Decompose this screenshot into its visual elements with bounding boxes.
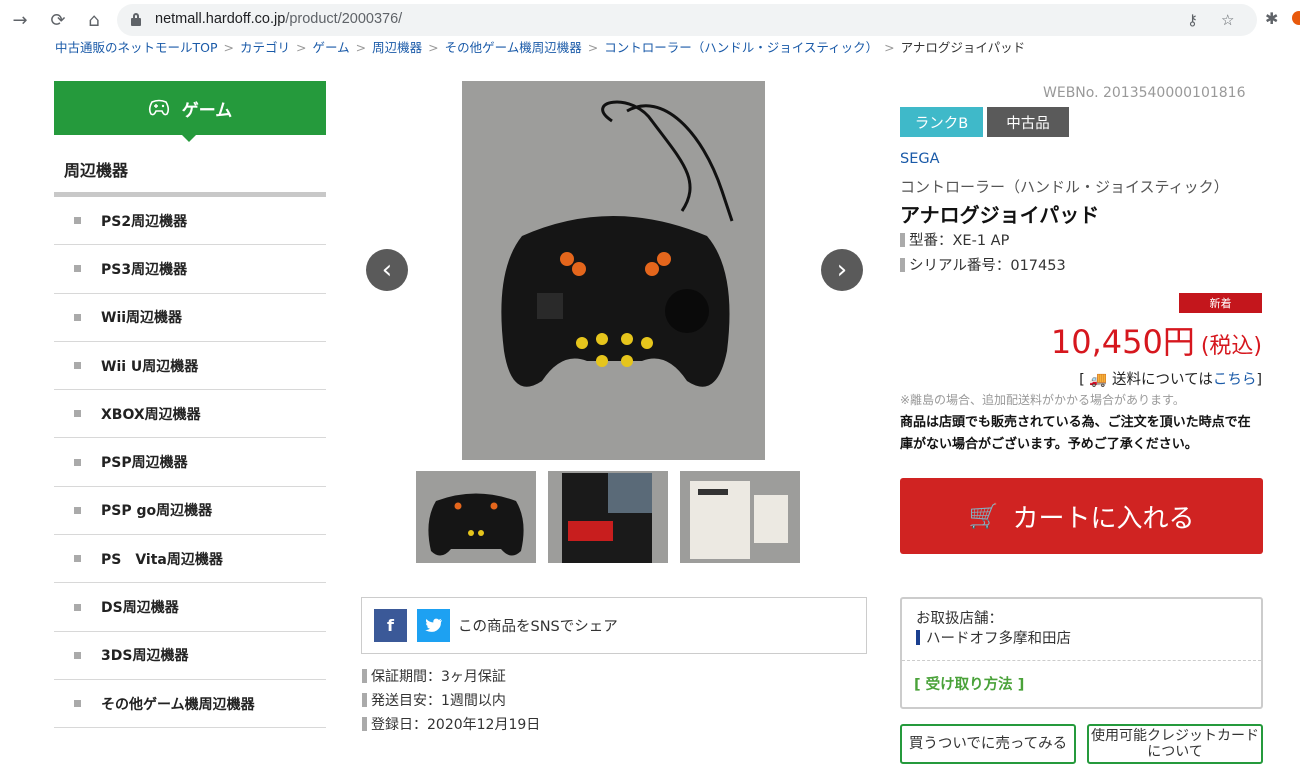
category-header[interactable]: ゲーム xyxy=(54,81,326,142)
browser-toolbar: → ⟳ ⌂ netmall.hardoff.co.jp/product/2000… xyxy=(0,0,1300,40)
sidebar-item-label: Wii周辺機器 xyxy=(101,310,183,327)
sidebar-item[interactable]: PS3周辺機器 xyxy=(54,245,326,294)
gamepad-icon xyxy=(148,99,170,117)
shipping-link[interactable]: こちら xyxy=(1213,372,1257,388)
island-note: ※離島の場合、追加配送料がかかる場合があります。 xyxy=(900,393,1185,407)
sidebar-item-label: PSP周辺機器 xyxy=(101,455,188,472)
thumbnail[interactable] xyxy=(680,471,800,563)
sidebar-item-label: その他ゲーム機周辺機器 xyxy=(101,696,255,713)
warranty-info: 保証期間：3ヶ月保証 xyxy=(362,665,540,689)
maker-link[interactable]: SEGA xyxy=(900,151,940,167)
share-box: f この商品をSNSでシェア xyxy=(361,597,867,654)
cart-label: カートに入れる xyxy=(1012,503,1195,534)
product-title: アナログジョイパッド xyxy=(900,203,1100,227)
sidebar-item-label: Wii U周辺機器 xyxy=(101,358,199,375)
shipping-info: [ 🚚 送料についてはこちら] xyxy=(1079,372,1262,388)
sidebar-item[interactable]: PS Vita周辺機器 xyxy=(54,535,326,584)
store-name[interactable]: ハードオフ多摩和田店 xyxy=(916,627,1071,648)
add-to-cart-button[interactable]: 🛒 カートに入れる xyxy=(900,478,1263,554)
url-domain: netmall.hardoff.co.jp xyxy=(155,11,286,27)
sidebar-item-label: DS周辺機器 xyxy=(101,600,179,617)
product-category: コントローラー（ハンドル・ジョイスティック） xyxy=(900,178,1229,196)
new-badge: 新着 xyxy=(1179,293,1262,313)
condition-badge: 中古品 xyxy=(987,107,1069,137)
cart-icon: 🛒 xyxy=(968,502,999,530)
chevron-right-icon[interactable]: › xyxy=(821,249,863,291)
truck-icon: 🚚 xyxy=(1089,372,1108,388)
twitter-icon[interactable] xyxy=(417,609,450,642)
sidebar-item-label: PS3周辺機器 xyxy=(101,261,188,278)
web-number: WEBNo. 2013540000101816 xyxy=(1043,85,1246,101)
home-icon[interactable]: ⌂ xyxy=(82,8,106,32)
sidebar-subheading: 周辺機器 xyxy=(64,161,129,180)
serial-number: シリアル番号：017453 xyxy=(900,254,1066,279)
store-box: お取扱店舗： ハードオフ多摩和田店 [ 受け取り方法 ] xyxy=(900,597,1263,709)
spec-text: 型番：XE-1 AP xyxy=(909,233,1010,249)
sidebar-item-label: PS2周辺機器 xyxy=(101,213,188,230)
sidebar-item-label: 3DS周辺機器 xyxy=(101,648,189,665)
star-icon[interactable]: ☆ xyxy=(1221,11,1234,29)
info-text: 保証期間：3ヶ月保証 xyxy=(371,669,506,685)
product-spec: 型番：XE-1 AP シリアル番号：017453 xyxy=(900,229,1066,279)
price-value: 10,450円 xyxy=(1050,323,1195,361)
sell-while-buying-button[interactable]: 買うついでに売ってみる xyxy=(900,724,1076,764)
back-arrow-icon[interactable]: → xyxy=(8,8,32,32)
price: 10,450円 (税込) xyxy=(1051,317,1262,363)
sidebar-item[interactable]: DS周辺機器 xyxy=(54,583,326,632)
profile-avatar[interactable] xyxy=(1292,11,1300,25)
url-path: /product/2000376/ xyxy=(285,11,403,27)
store-label: お取扱店舗： xyxy=(916,611,1003,627)
chevron-left-icon[interactable]: ‹ xyxy=(366,249,408,291)
product-main-image[interactable] xyxy=(462,81,765,460)
thumbnail[interactable] xyxy=(416,471,536,563)
extension-icon[interactable]: ✱ xyxy=(1265,9,1278,28)
sidebar-item-label: PSP go周辺機器 xyxy=(101,503,213,520)
sidebar-item-label: XBOX周辺機器 xyxy=(101,406,201,423)
pickup-method-link[interactable]: [ 受け取り方法 ] xyxy=(914,673,1024,694)
store-name-text: ハードオフ多摩和田店 xyxy=(926,631,1071,647)
key-icon[interactable]: ⚷ xyxy=(1187,11,1198,29)
sidebar-item[interactable]: PSP周辺機器 xyxy=(54,438,326,487)
sidebar-item-label: PS Vita周辺機器 xyxy=(101,551,223,568)
address-bar[interactable]: netmall.hardoff.co.jp/product/2000376/ ⚷… xyxy=(117,4,1257,36)
credit-card-info-button[interactable]: 使用可能クレジットカードについて xyxy=(1087,724,1263,764)
breadcrumb-link[interactable]: その他ゲーム機周辺機器 xyxy=(445,40,582,55)
url-text: netmall.hardoff.co.jp/product/2000376/ xyxy=(155,11,402,27)
breadcrumb-link[interactable]: 周辺機器 xyxy=(372,40,422,55)
product-info-list: 保証期間：3ヶ月保証 発送目安：1週間以内 登録日：2020年12月19日 xyxy=(362,665,540,737)
lock-icon xyxy=(131,13,141,26)
breadcrumb-link[interactable]: 中古通販のネットモールTOP xyxy=(55,40,218,55)
breadcrumb-current: アナログジョイパッド xyxy=(900,40,1026,55)
breadcrumb: 中古通販のネットモールTOP > カテゴリ > ゲーム > 周辺機器 > その他ゲーム機周辺機器… xyxy=(55,40,1026,55)
sidebar-item[interactable]: その他ゲーム機周辺機器 xyxy=(54,680,326,729)
facebook-icon[interactable]: f xyxy=(374,609,407,642)
reload-icon[interactable]: ⟳ xyxy=(46,8,70,32)
thumbnail[interactable] xyxy=(548,471,668,563)
rank-badge: ランクB xyxy=(900,107,983,137)
category-label: ゲーム xyxy=(181,100,233,121)
tax-label: (税込) xyxy=(1200,334,1262,359)
sidebar-item[interactable]: Wii U周辺機器 xyxy=(54,342,326,391)
breadcrumb-link[interactable]: コントローラー（ハンドル・ジョイスティック） xyxy=(604,40,878,55)
stock-warning: 商品は店頭でも販売されている為、ご注文を頂いた時点で在庫がない場合がございます。… xyxy=(900,415,1251,452)
spec-text: シリアル番号：017453 xyxy=(909,258,1066,274)
sidebar-list: PS2周辺機器 PS3周辺機器 Wii周辺機器 Wii U周辺機器 XBOX周辺… xyxy=(54,197,326,729)
shipping-estimate: 発送目安：1週間以内 xyxy=(362,689,540,713)
sidebar-item[interactable]: PS2周辺機器 xyxy=(54,197,326,246)
sidebar-item[interactable]: 3DS周辺機器 xyxy=(54,632,326,680)
breadcrumb-link[interactable]: ゲーム xyxy=(313,40,350,55)
sidebar-item[interactable]: XBOX周辺機器 xyxy=(54,390,326,439)
info-text: 登録日：2020年12月19日 xyxy=(371,717,541,733)
registration-date: 登録日：2020年12月19日 xyxy=(362,713,540,737)
shipping-text: 送料については xyxy=(1112,372,1213,388)
info-text: 発送目安：1週間以内 xyxy=(371,693,506,709)
share-label: この商品をSNSでシェア xyxy=(458,619,618,635)
model-number: 型番：XE-1 AP xyxy=(900,229,1066,254)
breadcrumb-link[interactable]: カテゴリ xyxy=(240,40,290,55)
sidebar-item[interactable]: PSP go周辺機器 xyxy=(54,487,326,536)
sidebar-item[interactable]: Wii周辺機器 xyxy=(54,294,326,342)
